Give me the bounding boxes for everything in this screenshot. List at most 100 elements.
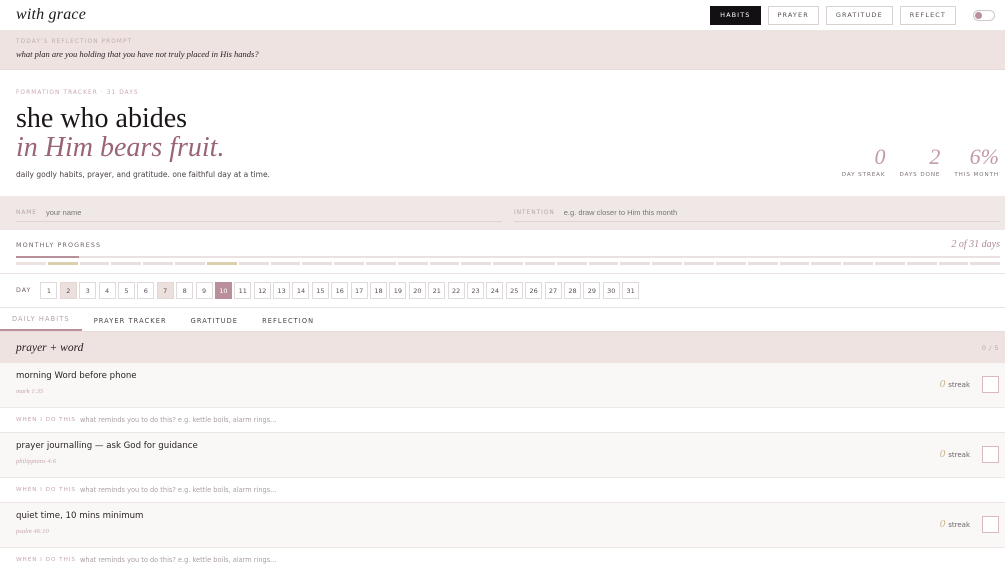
streak-label: streak bbox=[948, 381, 970, 389]
day-button[interactable]: 12 bbox=[253, 282, 271, 299]
nav-reflect-button[interactable]: REFLECT bbox=[899, 5, 956, 25]
trigger-label: WHEN I DO THIS bbox=[16, 557, 76, 563]
top-bar: with grace HABITS PRAYER GRATITUDE REFLE… bbox=[0, 0, 1005, 31]
stats: 0 DAY STREAK 2 DAYS DONE 6% THIS MONTH bbox=[842, 144, 999, 179]
trigger-label: WHEN I DO THIS bbox=[16, 487, 76, 493]
prompt-label: TODAY'S REFLECTION PROMPT bbox=[16, 39, 133, 45]
day-button[interactable]: 25 bbox=[505, 282, 523, 299]
day-button[interactable]: 9 bbox=[195, 282, 213, 299]
day-button[interactable]: 4 bbox=[98, 282, 116, 299]
habit-streak: 0 streak bbox=[940, 378, 970, 390]
nav-habits-button[interactable]: HABITS bbox=[710, 5, 761, 25]
day-button[interactable]: 2 bbox=[59, 282, 77, 299]
name-label: NAME bbox=[16, 209, 37, 216]
progress-segment bbox=[874, 262, 905, 265]
tab-prayer-tracker[interactable]: PRAYER TRACKER bbox=[82, 317, 179, 331]
day-button[interactable]: 1 bbox=[40, 282, 58, 299]
day-button[interactable]: 23 bbox=[467, 282, 484, 299]
trigger-input[interactable]: what reminds you to do this? e.g. kettle… bbox=[80, 486, 276, 494]
day-button[interactable]: 19 bbox=[389, 282, 407, 299]
hero-label: FORMATION TRACKER · 31 DAYS bbox=[16, 90, 139, 96]
day-button[interactable]: 27 bbox=[544, 282, 562, 299]
progress-count: 2 of 31 days bbox=[951, 239, 1000, 250]
tab-gratitude[interactable]: GRATITUDE bbox=[179, 317, 250, 331]
habit-checkbox[interactable] bbox=[982, 376, 999, 393]
progress-segment bbox=[556, 262, 587, 265]
progress-segment bbox=[111, 262, 142, 265]
day-button[interactable]: 14 bbox=[292, 282, 310, 299]
habit-trigger: WHEN I DO THIS what reminds you to do th… bbox=[0, 407, 1005, 432]
day-button[interactable]: 8 bbox=[176, 282, 194, 299]
name-input[interactable] bbox=[45, 208, 502, 217]
theme-toggle[interactable] bbox=[973, 9, 995, 21]
progress-segment bbox=[843, 262, 873, 265]
habit-tabs: DAILY HABITS PRAYER TRACKER GRATITUDE RE… bbox=[0, 308, 1005, 332]
habit-name: morning Word before phone bbox=[16, 371, 137, 381]
streak-count: 0 bbox=[939, 378, 946, 390]
progress-segment bbox=[906, 262, 937, 265]
habit-name: prayer journalling — ask God for guidanc… bbox=[16, 441, 198, 451]
day-button[interactable]: 6 bbox=[137, 282, 155, 299]
hero-title: she who abides bbox=[16, 103, 188, 134]
reflection-prompt: TODAY'S REFLECTION PROMPT what plan are … bbox=[0, 31, 1005, 70]
nav-gratitude-button[interactable]: GRATITUDE bbox=[825, 5, 893, 25]
day-button[interactable]: 3 bbox=[79, 282, 97, 299]
day-button[interactable]: 30 bbox=[602, 282, 620, 299]
section-header: prayer + word 0 / 5 bbox=[0, 332, 1005, 363]
stat-value: 0 bbox=[874, 144, 886, 169]
day-button[interactable]: 20 bbox=[408, 282, 426, 299]
day-button[interactable]: 29 bbox=[583, 282, 601, 299]
main-nav: HABITS PRAYER GRATITUDE REFLECT bbox=[710, 5, 1000, 25]
day-button[interactable]: 21 bbox=[428, 282, 446, 299]
day-label: DAY bbox=[16, 287, 32, 294]
progress-segment bbox=[429, 262, 460, 265]
progress-segment bbox=[79, 262, 110, 265]
day-button[interactable]: 5 bbox=[117, 282, 135, 299]
day-button[interactable]: 7 bbox=[156, 282, 174, 299]
progress-segment bbox=[684, 262, 714, 265]
progress-bar-fill bbox=[16, 256, 80, 258]
day-button[interactable]: 24 bbox=[486, 282, 504, 299]
habit-row: quiet time, 10 mins minimum psalm 46:10 … bbox=[0, 503, 1005, 570]
day-button[interactable]: 26 bbox=[525, 282, 543, 299]
progress-segment bbox=[715, 262, 746, 265]
day-button[interactable]: 16 bbox=[331, 282, 349, 299]
intention-input[interactable] bbox=[563, 208, 1000, 217]
app-logo[interactable]: with grace bbox=[16, 6, 86, 24]
progress-segment bbox=[16, 262, 46, 265]
tab-daily-habits[interactable]: DAILY HABITS bbox=[0, 315, 82, 331]
trigger-input[interactable]: what reminds you to do this? e.g. kettle… bbox=[80, 556, 276, 564]
stat-this-month: 6% THIS MONTH bbox=[954, 146, 999, 179]
habit-scripture-ref: mark 1:35 bbox=[16, 388, 44, 395]
streak-label: streak bbox=[948, 521, 970, 529]
progress-segment bbox=[779, 262, 810, 265]
progress-segment bbox=[620, 262, 651, 265]
habit-name: quiet time, 10 mins minimum bbox=[16, 511, 144, 521]
progress-segment bbox=[938, 262, 969, 265]
hero: FORMATION TRACKER · 31 DAYS she who abid… bbox=[0, 70, 1005, 196]
day-button[interactable]: 17 bbox=[350, 282, 368, 299]
intention-field-wrap: INTENTION bbox=[514, 204, 1000, 222]
progress-segment bbox=[175, 262, 205, 265]
streak-count: 0 bbox=[939, 448, 946, 460]
day-button[interactable]: 10 bbox=[214, 282, 232, 299]
progress-segment bbox=[206, 262, 237, 265]
day-button[interactable]: 31 bbox=[622, 282, 640, 299]
habit-checkbox[interactable] bbox=[982, 516, 999, 533]
progress-segment bbox=[747, 262, 778, 265]
day-button[interactable]: 28 bbox=[563, 282, 581, 299]
day-button[interactable]: 13 bbox=[273, 282, 291, 299]
profile-fields: NAME INTENTION bbox=[0, 196, 1005, 230]
stat-value: 2 bbox=[929, 144, 941, 169]
nav-prayer-button[interactable]: PRAYER bbox=[767, 5, 819, 25]
habit-scripture-ref: philippians 4:6 bbox=[16, 458, 57, 465]
day-button[interactable]: 22 bbox=[447, 282, 465, 299]
habit-checkbox[interactable] bbox=[982, 446, 999, 463]
stat-day-streak: 0 DAY STREAK bbox=[842, 144, 886, 179]
progress-segment bbox=[334, 262, 364, 265]
tab-reflection[interactable]: REFLECTION bbox=[250, 317, 326, 331]
day-button[interactable]: 15 bbox=[311, 282, 329, 299]
day-button[interactable]: 11 bbox=[234, 282, 252, 299]
trigger-input[interactable]: what reminds you to do this? e.g. kettle… bbox=[80, 416, 276, 424]
day-button[interactable]: 18 bbox=[370, 282, 388, 299]
